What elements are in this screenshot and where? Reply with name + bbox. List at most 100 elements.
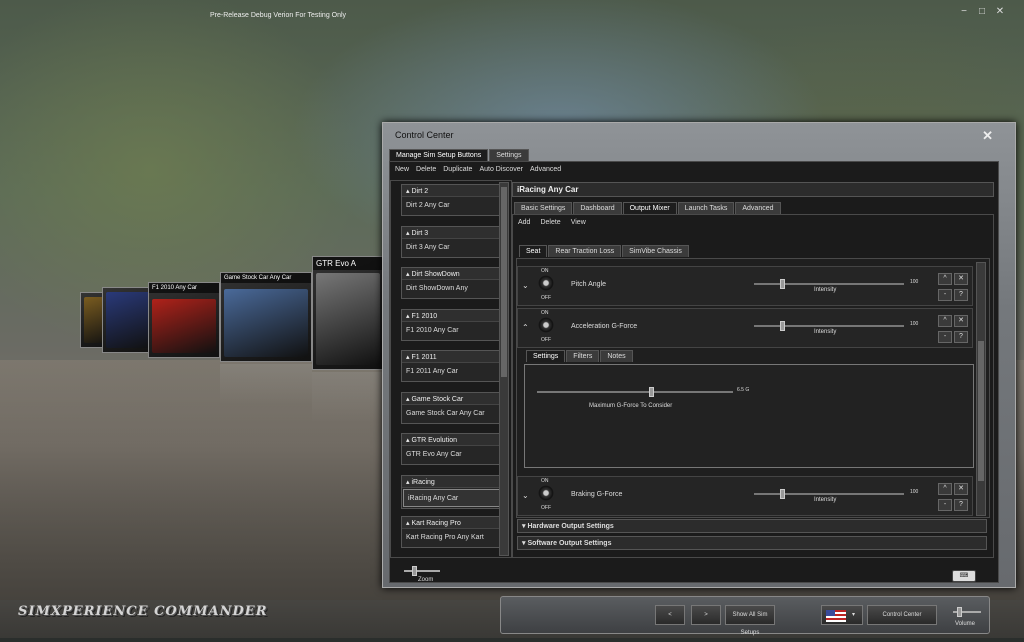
sim-group-header[interactable]: ▴ F1 2010 <box>402 309 504 322</box>
remove-icon[interactable]: ✕ <box>954 315 968 327</box>
sim-group-header[interactable]: ▴ Dirt 3 <box>402 226 504 239</box>
zoom-slider[interactable] <box>404 566 440 576</box>
close-app-icon[interactable]: ✕ <box>994 6 1006 18</box>
control-center-button[interactable]: Control Center <box>867 605 937 625</box>
off-label: OFF <box>541 337 551 343</box>
sim-setup-item[interactable]: F1 2011 Any Car <box>402 363 504 381</box>
max-g-force-slider[interactable] <box>537 387 733 397</box>
slider-thumb[interactable] <box>412 566 417 576</box>
close-icon[interactable]: ✕ <box>982 128 993 144</box>
sim-group-header[interactable]: ▴ Dirt 2 <box>402 185 504 197</box>
delete-effect-button[interactable]: Delete <box>540 219 560 226</box>
tab-advanced[interactable]: Advanced <box>735 202 781 214</box>
sim-group-header[interactable]: ▴ Dirt ShowDown <box>402 268 504 280</box>
show-all-sim-setups-button[interactable]: Show All Sim Setups <box>725 605 775 636</box>
slider-thumb[interactable] <box>957 607 962 617</box>
intensity-slider[interactable] <box>754 489 904 499</box>
slider-thumb[interactable] <box>649 387 654 397</box>
software-output-settings[interactable]: ▾ Software Output Settings <box>517 536 987 550</box>
move-down-button[interactable]: - <box>938 331 952 343</box>
game-cover-game-stock-car[interactable]: Game Stock Car Any Car <box>220 272 312 362</box>
minimize-icon[interactable]: − <box>958 6 970 18</box>
slider-thumb[interactable] <box>780 279 785 289</box>
sim-setup-item[interactable]: GTR Evo Any Car <box>402 446 504 464</box>
scroll-thumb[interactable] <box>978 341 984 481</box>
remove-icon[interactable]: ✕ <box>954 483 968 495</box>
auto-discover-button[interactable]: Auto Discover <box>479 166 523 173</box>
hardware-output-settings[interactable]: ▾ Hardware Output Settings <box>517 519 987 533</box>
sim-setup-item[interactable]: iRacing Any Car <box>403 488 503 507</box>
volume-slider[interactable] <box>953 607 981 617</box>
tab-simvibe-chassis[interactable]: SimVibe Chassis <box>622 245 689 257</box>
tab-basic-settings[interactable]: Basic Settings <box>514 202 573 214</box>
sim-group: ▴ Dirt 3 Dirt 3 Any Car <box>401 225 505 258</box>
tab-rear-traction-loss[interactable]: Rear Traction Loss <box>548 245 622 257</box>
move-up-button[interactable]: ^ <box>938 483 952 495</box>
on-label: ON <box>541 478 549 484</box>
cover-reflection <box>220 364 312 404</box>
previous-button[interactable]: < <box>655 605 685 625</box>
sim-group: ▴ Game Stock Car Game Stock Car Any Car <box>401 391 505 424</box>
remove-icon[interactable]: ✕ <box>954 273 968 285</box>
tab-manage-sim-setup-buttons[interactable]: Manage Sim Setup Buttons <box>389 149 489 161</box>
move-up-button[interactable]: ^ <box>938 273 952 285</box>
on-off-knob[interactable] <box>538 317 554 333</box>
tab-filters[interactable]: Filters <box>566 350 600 362</box>
tab-settings[interactable]: Settings <box>526 350 566 362</box>
tab-output-mixer[interactable]: Output Mixer <box>622 202 677 214</box>
sim-group-header[interactable]: ▴ F1 2011 <box>402 351 504 363</box>
expand-icon[interactable]: ⌄ <box>522 491 529 500</box>
scroll-thumb[interactable] <box>501 187 507 377</box>
game-cover-gtr-evolution[interactable]: GTR Evo A <box>312 256 384 370</box>
move-down-button[interactable]: - <box>938 289 952 301</box>
maximize-icon[interactable]: □ <box>976 6 988 18</box>
tab-settings[interactable]: Settings <box>489 149 529 161</box>
game-cover-f1-2010[interactable]: F1 2010 Any Car <box>148 282 220 358</box>
sim-setup-item[interactable]: Game Stock Car Any Car <box>402 405 504 423</box>
collapse-icon[interactable]: ⌃ <box>522 323 529 332</box>
expand-icon[interactable]: ⌄ <box>522 281 529 290</box>
chevron-down-icon: ▾ <box>852 612 856 618</box>
sim-setup-item[interactable]: Kart Racing Pro Any Kart <box>402 529 504 547</box>
tab-seat[interactable]: Seat <box>519 245 548 257</box>
advanced-button[interactable]: Advanced <box>530 166 561 173</box>
slider-thumb[interactable] <box>780 489 785 499</box>
sim-setup-item[interactable]: Dirt 3 Any Car <box>402 239 504 257</box>
language-dropdown[interactable]: ▾ <box>821 605 863 625</box>
tab-notes[interactable]: Notes <box>600 350 633 362</box>
tab-launch-tasks[interactable]: Launch Tasks <box>677 202 735 214</box>
sim-group-header[interactable]: ▴ Kart Racing Pro <box>402 517 504 529</box>
duplicate-button[interactable]: Duplicate <box>443 166 472 173</box>
move-down-button[interactable]: - <box>938 499 952 511</box>
help-icon[interactable]: ? <box>954 331 968 343</box>
section-label: Hardware Output Settings <box>527 523 614 530</box>
on-off-knob[interactable] <box>538 485 554 501</box>
next-button[interactable]: > <box>691 605 721 625</box>
game-cover-f1-2011[interactable] <box>102 287 154 353</box>
intensity-slider[interactable] <box>754 279 904 289</box>
on-off-knob[interactable] <box>538 275 554 291</box>
delete-button[interactable]: Delete <box>416 166 436 173</box>
effects-scrollbar[interactable] <box>976 262 986 516</box>
sim-group-header[interactable]: ▴ Game Stock Car <box>402 392 504 405</box>
on-label: ON <box>541 268 549 274</box>
slider-value: 100 <box>910 489 919 495</box>
intensity-slider[interactable] <box>754 321 904 331</box>
keyboard-icon[interactable]: ⌨ <box>952 570 976 582</box>
sim-setup-item[interactable]: F1 2010 Any Car <box>402 322 504 340</box>
view-button[interactable]: View <box>571 219 586 226</box>
bottom-toolbar: < > Show All Sim Setups ▾ Control Center… <box>500 596 990 636</box>
sim-setup-item[interactable]: Dirt ShowDown Any <box>402 280 504 298</box>
slider-thumb[interactable] <box>780 321 785 331</box>
new-button[interactable]: New <box>395 166 409 173</box>
help-icon[interactable]: ? <box>954 289 968 301</box>
setup-list-scrollbar[interactable] <box>499 182 509 556</box>
sim-setup-item[interactable]: Dirt 2 Any Car <box>402 197 504 215</box>
add-effect-button[interactable]: Add <box>518 219 530 226</box>
sim-group-header[interactable]: ▴ GTR Evolution <box>402 434 504 446</box>
tab-dashboard[interactable]: Dashboard <box>573 202 622 214</box>
help-icon[interactable]: ? <box>954 499 968 511</box>
move-up-button[interactable]: ^ <box>938 315 952 327</box>
mixer-toolbar: Add Delete View <box>513 215 993 230</box>
sim-group-header[interactable]: ▴ iRacing <box>402 475 504 488</box>
